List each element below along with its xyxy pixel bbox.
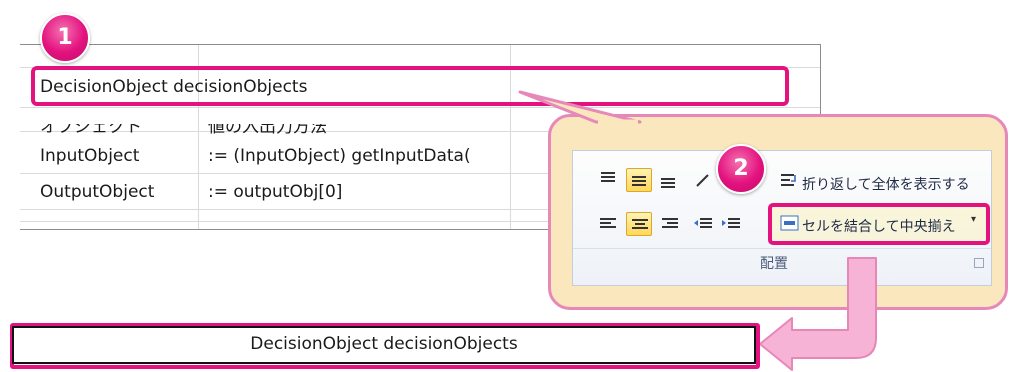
merged-cell-text: DecisionObject decisionObjects xyxy=(250,334,518,354)
down-left-arrow-icon xyxy=(759,257,877,371)
